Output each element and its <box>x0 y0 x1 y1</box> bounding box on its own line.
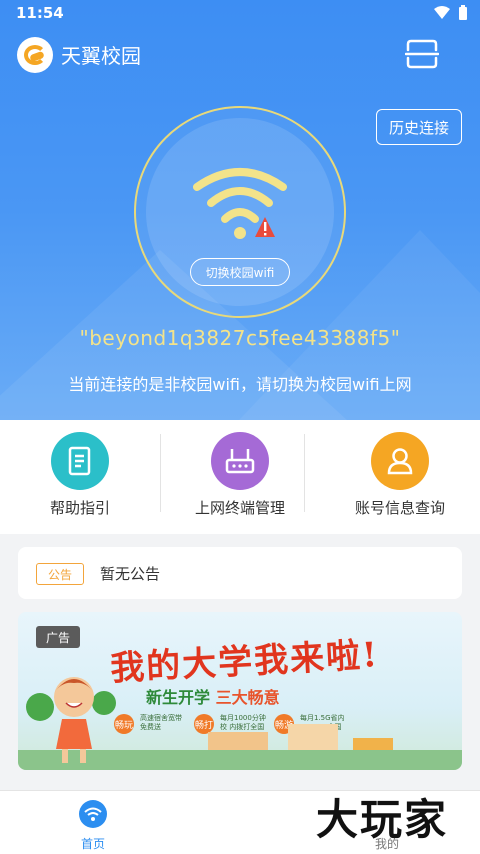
ad-badge: 畅玩 <box>114 714 134 734</box>
ad-subtitle-highlight: 三大畅意 <box>215 688 280 707</box>
ad-subtitle: 新生开学 三大畅意 <box>146 684 280 708</box>
cheerleader-illustration <box>26 677 116 763</box>
status-time: 11:54 <box>16 4 64 22</box>
ad-badge-text: 高速宿舍宽带 免费送 <box>140 714 182 731</box>
tab-label: 首页 <box>80 837 105 851</box>
home-wifi-icon <box>79 800 107 828</box>
action-help-guide[interactable]: 帮助指引 <box>0 420 160 534</box>
notice-card[interactable]: 公告 暂无公告 <box>18 547 462 599</box>
document-icon <box>51 432 109 490</box>
watermark: 大玩家 <box>316 795 449 844</box>
divider <box>304 434 305 512</box>
notice-tag: 公告 <box>36 563 84 585</box>
connection-hero: 11:54 天翼校园 历史连接 切换校园wifi "beyond1q3827c5… <box>0 0 480 420</box>
connection-hint: 当前连接的是非校园wifi，请切换为校园wifi上网 <box>68 375 412 394</box>
user-icon <box>371 432 429 490</box>
ad-banner[interactable]: 广告 我的大学我来啦! 新生开学 三大畅意 畅玩 高速宿舍宽带 免费送 畅打 每… <box>18 612 462 770</box>
ad-subtitle-prefix: 新生开学 <box>146 688 216 707</box>
app-title: 天翼校园 <box>61 44 141 68</box>
wifi-status-icon <box>434 6 450 19</box>
switch-campus-wifi-button[interactable]: 切换校园wifi <box>190 258 290 286</box>
action-label: 帮助指引 <box>49 499 110 517</box>
notice-text: 暂无公告 <box>100 565 161 583</box>
ad-headline: 我的大学我来啦! <box>109 634 380 690</box>
ad-badge: 畅打 <box>194 714 214 734</box>
current-ssid: "beyond1q3827c5fee43388f5" <box>79 326 401 350</box>
battery-icon <box>459 5 467 20</box>
history-connections-button[interactable]: 历史连接 <box>376 109 462 145</box>
action-device-management[interactable]: 上网终端管理 <box>160 420 320 534</box>
quick-actions: 帮助指引 上网终端管理 账号信息查询 <box>0 420 480 534</box>
action-label: 上网终端管理 <box>194 499 285 517</box>
router-icon <box>211 432 269 490</box>
action-label: 账号信息查询 <box>354 499 445 517</box>
app-logo-icon <box>17 37 53 73</box>
wifi-warning-icon <box>193 168 287 239</box>
action-account-info[interactable]: 账号信息查询 <box>320 420 480 534</box>
app-bar: 天翼校园 <box>0 30 480 80</box>
ad-tag: 广告 <box>36 626 80 648</box>
scan-button[interactable] <box>405 39 439 69</box>
status-bar: 11:54 <box>0 0 480 28</box>
tab-home[interactable]: 首页 <box>33 791 153 854</box>
